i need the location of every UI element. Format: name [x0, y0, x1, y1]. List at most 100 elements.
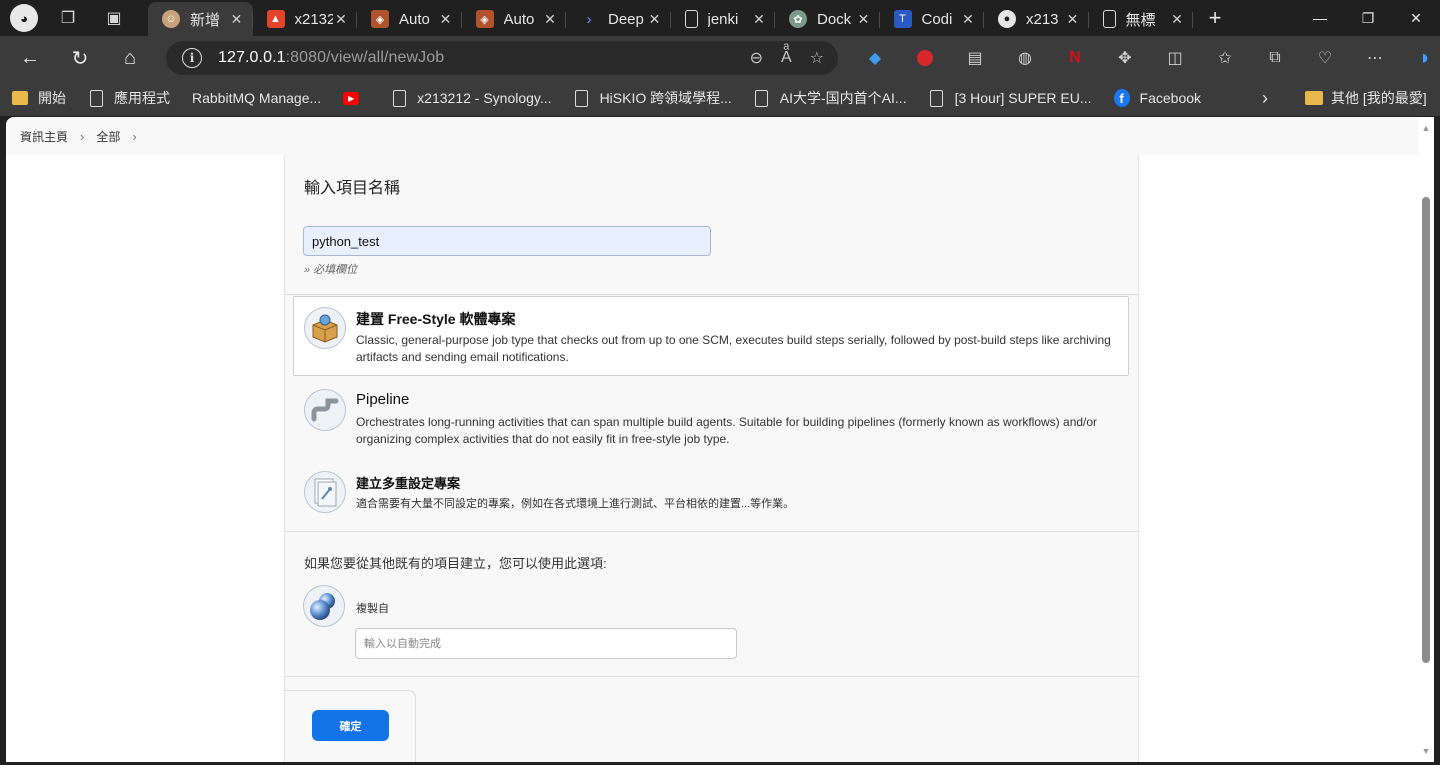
submit-bar: 確定: [285, 690, 416, 762]
job-type-freestyle[interactable]: 建置 Free-Style 軟體專案 Classic, general-purp…: [293, 296, 1129, 376]
copy-from-input[interactable]: [355, 628, 737, 659]
tab-label: x213: [1026, 10, 1059, 28]
breadcrumb-all[interactable]: 全部: [96, 128, 120, 145]
close-icon[interactable]: ✕: [960, 11, 976, 28]
tab-deep[interactable]: › Deep ✕: [566, 2, 671, 36]
job-type-list: 建置 Free-Style 軟體專案 Classic, general-purp…: [285, 296, 1138, 532]
tab-label: Deep: [608, 10, 644, 28]
close-icon[interactable]: ✕: [229, 11, 245, 28]
mega-extension-icon[interactable]: [900, 36, 950, 80]
tab-auto-2[interactable]: ◈ Auto ✕: [462, 2, 567, 36]
workspaces-icon[interactable]: ❐: [52, 2, 84, 34]
address-bar-actions: ⊖ Aͣ ☆: [750, 41, 824, 75]
bookmark-label: x213212 - Synology...: [417, 90, 552, 106]
page-icon: [391, 89, 407, 107]
minimize-button[interactable]: —: [1296, 0, 1344, 36]
item-name-section: 輸入項目名稱 » 必填欄位: [285, 155, 1138, 295]
job-type-description: Classic, general-purpose job type that c…: [356, 333, 1111, 364]
favorites-icon[interactable]: ✩: [1200, 36, 1250, 80]
read-aloud-icon[interactable]: Aͣ: [781, 49, 792, 67]
bookmarks-overflow-chevron-icon[interactable]: ›: [1262, 80, 1268, 116]
copy-from-intro: 如果您要從其他既有的項目建立，您可以使用此選項:: [304, 556, 607, 571]
tab-jenkins[interactable]: jenki ✕: [671, 2, 776, 36]
bookmark-label: 開始: [38, 90, 66, 106]
back-button[interactable]: ←: [10, 40, 50, 76]
close-window-button[interactable]: ✕: [1392, 0, 1440, 36]
extensions-puzzle-icon[interactable]: ✥: [1100, 36, 1150, 80]
restore-button[interactable]: ❐: [1344, 0, 1392, 36]
shield-favicon: ◈: [475, 10, 494, 28]
tab-coding[interactable]: T Codi ✕: [880, 2, 985, 36]
extensions-bar: ◆ ▤ ◍ N ✥ ◫ ✩ ⧉ ♡ ⋯ ◗: [850, 36, 1440, 80]
scroll-up-arrow-icon[interactable]: ▲: [1421, 123, 1431, 133]
tab-untitled[interactable]: 無標 ✕: [1089, 2, 1194, 36]
close-icon[interactable]: ✕: [542, 11, 558, 28]
bookmark-synology[interactable]: x213212 - Synology...: [391, 89, 552, 107]
bookmark-youtube[interactable]: ▶: [343, 89, 369, 107]
tab-new-job[interactable]: ☺ 新增 ✕: [148, 2, 253, 36]
screen-capture-icon[interactable]: ▤: [950, 36, 1000, 80]
bookmark-apps[interactable]: 應用程式: [88, 88, 170, 108]
job-type-title: Pipeline: [356, 391, 410, 408]
refresh-button[interactable]: ↻: [60, 40, 100, 76]
bookmark-hiskio[interactable]: HiSKIO 跨領域學程...: [574, 88, 732, 108]
home-button[interactable]: ⌂: [110, 40, 150, 76]
close-icon[interactable]: ✕: [333, 11, 349, 28]
arrow-left-icon: ←: [20, 46, 40, 69]
address-bar[interactable]: i 127.0.0.1:8080/view/all/newJob ⊖ Aͣ ☆: [166, 41, 838, 75]
close-icon[interactable]: ✕: [438, 11, 454, 28]
bookmark-start[interactable]: 開始: [12, 88, 66, 108]
tab-strip: ☺ 新增 ✕ ▲ x2132 ✕ ◈ Auto ✕ ◈ Auto ✕ › Dee…: [148, 0, 1193, 36]
profile-avatar-icon[interactable]: ◕: [10, 4, 38, 32]
scroll-down-arrow-icon[interactable]: ▼: [1421, 746, 1431, 756]
bookmark-super-eu[interactable]: [3 Hour] SUPER EU...: [929, 89, 1092, 107]
scrollbar-thumb[interactable]: [1422, 197, 1430, 663]
bookmark-ai-university[interactable]: AI大学-国内首个AI...: [754, 88, 907, 108]
bookmark-rabbitmq[interactable]: RabbitMQ Manage...: [192, 90, 321, 106]
page-scrollbar[interactable]: ▲ ▼: [1418, 117, 1434, 762]
job-type-pipeline[interactable]: Pipeline Orchestrates long-running activ…: [293, 378, 1129, 458]
job-type-description: 適合需要有大量不同設定的專案，例如在各式環境上進行測試、平台相依的建置...等作…: [356, 498, 795, 510]
other-bookmarks-label: 其他 [我的最愛]: [1331, 90, 1427, 106]
site-info-icon[interactable]: i: [182, 48, 202, 68]
breadcrumb-dashboard[interactable]: 資訊主頁: [20, 128, 68, 145]
mouse-extension-icon[interactable]: ◍: [1000, 36, 1050, 80]
close-icon[interactable]: ✕: [856, 11, 872, 28]
github-icon: ●: [998, 10, 1016, 28]
tab-auto-1[interactable]: ◈ Auto ✕: [357, 2, 462, 36]
split-screen-icon[interactable]: ◫: [1150, 36, 1200, 80]
close-icon[interactable]: ✕: [1065, 11, 1081, 28]
favorite-star-icon[interactable]: ☆: [810, 48, 824, 68]
close-icon[interactable]: ✕: [647, 11, 663, 28]
diamond-extension-icon[interactable]: ◆: [850, 36, 900, 80]
tab-gitlab[interactable]: ▲ x2132 ✕: [253, 2, 358, 36]
other-bookmarks-folder[interactable]: 其他 [我的最愛]: [1305, 80, 1427, 116]
ok-button[interactable]: 確定: [312, 710, 389, 741]
gitlab-icon: ▲: [266, 10, 285, 28]
bookmark-label: HiSKIO 跨領域學程...: [599, 90, 732, 106]
copy-spheres-icon: [303, 585, 345, 627]
item-name-input[interactable]: [303, 226, 711, 256]
vertical-tabs-icon[interactable]: ▣: [98, 2, 130, 34]
multi-config-icon: [304, 471, 346, 513]
chevron-right-icon[interactable]: ›: [132, 129, 136, 144]
more-menu-icon[interactable]: ⋯: [1350, 36, 1400, 80]
copy-from-label: 複製自: [356, 603, 389, 615]
tab-label: Auto: [399, 10, 430, 28]
job-type-multi-config[interactable]: 建立多重設定專案 適合需要有大量不同設定的專案，例如在各式環境上進行測試、平台相…: [293, 460, 1129, 540]
netflix-extension-icon[interactable]: N: [1050, 36, 1100, 80]
performance-icon[interactable]: ♡: [1300, 36, 1350, 80]
tab-docker[interactable]: ✿ Dock ✕: [775, 2, 880, 36]
tab-label: x2132: [294, 10, 334, 28]
new-tab-button[interactable]: +: [1193, 0, 1237, 36]
close-icon[interactable]: ✕: [1169, 11, 1185, 28]
folder-icon: [12, 89, 28, 107]
zoom-icon[interactable]: ⊖: [750, 48, 763, 68]
url-text[interactable]: 127.0.0.1:8080/view/all/newJob: [218, 49, 444, 67]
chevron-right-icon[interactable]: ›: [80, 129, 84, 144]
tab-github[interactable]: ● x213 ✕: [984, 2, 1089, 36]
close-icon[interactable]: ✕: [751, 11, 767, 28]
collections-icon[interactable]: ⧉: [1250, 36, 1300, 80]
copilot-icon[interactable]: ◗: [1400, 36, 1440, 80]
bookmark-facebook[interactable]: f Facebook: [1113, 89, 1201, 107]
